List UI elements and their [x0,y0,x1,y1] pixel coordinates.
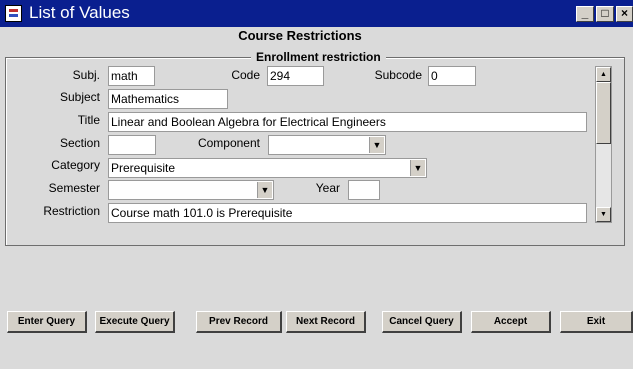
section-title: Course Restrictions [238,28,362,43]
prev-record-button[interactable]: Prev Record [196,311,282,333]
category-value: Prerequisite [111,161,176,175]
title-label: Title [77,113,100,127]
category-dropdown[interactable]: Prerequisite ▼ [108,158,427,178]
restriction-label: Restriction [43,204,100,218]
maximize-button[interactable]: □ [596,6,614,22]
chevron-down-icon[interactable]: ▼ [410,160,425,176]
subject-label: Subject [59,90,100,104]
title-bar[interactable]: List of Values _ □ × [0,0,633,27]
semester-label: Semester [48,181,100,195]
scroll-down-icon[interactable]: ▼ [596,207,611,222]
group-title: Enrollment restriction [251,50,386,64]
restriction-field[interactable]: Course math 101.0 is Prerequisite [108,203,587,223]
title-field[interactable]: Linear and Boolean Algebra for Electrica… [108,112,587,132]
subj-field[interactable]: math [108,66,155,86]
exit-button[interactable]: Exit [560,311,633,333]
component-dropdown[interactable]: ▼ [268,135,386,155]
chevron-down-icon[interactable]: ▼ [257,182,272,198]
scroll-up-icon[interactable]: ▲ [596,67,611,82]
subj-label: Subj. [72,68,100,82]
category-label: Category [51,158,100,172]
code-label: Code [231,68,260,82]
semester-dropdown[interactable]: ▼ [108,180,274,200]
chevron-down-icon[interactable]: ▼ [369,137,384,153]
subcode-label: Subcode [374,68,422,82]
minimize-button[interactable]: _ [576,6,594,22]
window-title: List of Values [29,3,130,22]
year-field[interactable] [348,180,380,200]
scroll-thumb[interactable] [596,82,611,144]
app-icon [5,5,22,22]
close-button[interactable]: × [616,6,633,22]
component-label: Component [197,136,260,150]
code-field[interactable]: 294 [267,66,324,86]
year-label: Year [315,181,340,195]
accept-button[interactable]: Accept [471,311,551,333]
subject-field[interactable]: Mathematics [108,89,228,109]
next-record-button[interactable]: Next Record [286,311,366,333]
vertical-scrollbar[interactable]: ▲ ▼ [595,66,612,223]
enter-query-button[interactable]: Enter Query [7,311,87,333]
execute-query-button[interactable]: Execute Query [95,311,175,333]
subcode-field[interactable]: 0 [428,66,476,86]
cancel-query-button[interactable]: Cancel Query [382,311,462,333]
section-label: Section [59,136,100,150]
section-field[interactable] [108,135,156,155]
